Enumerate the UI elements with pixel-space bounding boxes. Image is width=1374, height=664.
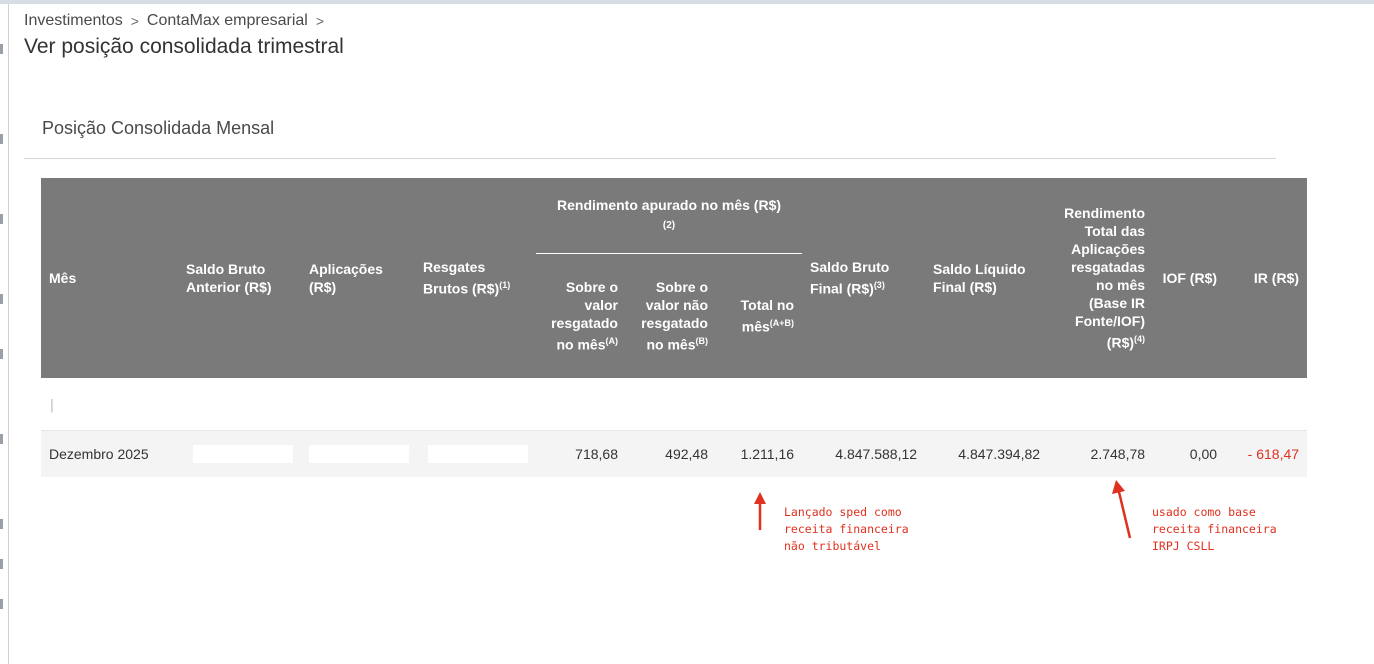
cell-sobre-nao-resgatado: 492,48 [626, 430, 716, 477]
cell-redacted [178, 378, 301, 431]
cell-saldo-bruto-final: 4.847.588,12 [802, 430, 926, 477]
header-resgates-brutos: Resgates Brutos (R$)(1) [415, 178, 536, 378]
header-iof: IOF (R$) [1153, 178, 1226, 378]
left-edge-scroll-track [0, 4, 9, 664]
cell-rendimento-total: 2.748,78 [1048, 430, 1154, 477]
breadcrumb-investimentos[interactable]: Investimentos [24, 12, 123, 30]
cell-aplicacoes-redacted [301, 430, 415, 477]
section-title: Posição Consolidada Mensal [42, 118, 275, 138]
annotation-left: Lançado sped como receita financeira não… [784, 505, 909, 553]
annotation-right: usado como base receita financeira IRPJ … [1152, 505, 1277, 553]
table-row-redacted: │ [41, 378, 1308, 431]
cell-redacted [626, 378, 716, 431]
cell-saldo-bruto-anterior-redacted [178, 430, 301, 477]
cell-mes: Dezembro 2025 [41, 430, 178, 477]
table-header: Mês Saldo Bruto Anterior (R$) Aplicações… [41, 178, 1308, 378]
window-top-bar [0, 0, 1374, 4]
header-sobre-nao-resgatado: Sobre o valor não resgatado no mês(B) [626, 253, 716, 378]
table-row: Dezembro 2025 718,68 492,48 1.211,16 4.8… [41, 430, 1308, 477]
monthly-position-table: Mês Saldo Bruto Anterior (R$) Aplicações… [41, 178, 1308, 477]
monthly-position-table-wrapper: Mês Saldo Bruto Anterior (R$) Aplicações… [41, 178, 1308, 477]
cell-redacted [802, 378, 926, 431]
cell-redacted [1048, 378, 1154, 431]
page-title: Ver posição consolidada trimestral [24, 35, 344, 58]
cell-redacted [536, 378, 626, 431]
header-saldo-bruto-final: Saldo Bruto Final (R$)(3) [802, 178, 926, 378]
header-mes: Mês [41, 178, 178, 378]
cell-redacted [415, 378, 536, 431]
header-aplicacoes: Aplicações (R$) [301, 178, 415, 378]
breadcrumb-contamax[interactable]: ContaMax empresarial [147, 12, 308, 30]
breadcrumb-separator: > [130, 13, 139, 29]
breadcrumb-separator: > [315, 13, 325, 29]
header-sobre-resgatado: Sobre o valor resgatado no mês(A) [536, 253, 626, 378]
header-ir: IR (R$) [1225, 178, 1308, 378]
header-saldo-bruto-anterior: Saldo Bruto Anterior (R$) [178, 178, 301, 378]
cell-saldo-liquido-final: 4.847.394,82 [925, 430, 1049, 477]
section-divider [24, 158, 1276, 159]
header-saldo-liquido-final: Saldo Líquido Final (R$) [925, 178, 1049, 378]
arrow-up-right-icon [1112, 480, 1132, 539]
cell-redacted [301, 378, 415, 431]
arrow-up-left-icon [754, 492, 766, 530]
header-rendimento-total: Rendimento Total das Aplicações resgatad… [1048, 178, 1154, 378]
cell-sobre-resgatado: 718,68 [536, 430, 626, 477]
cell-resgates-brutos-redacted [415, 430, 536, 477]
table-body: │ Dezembro 2025 718,68 492,48 1.211,16 4… [41, 378, 1308, 477]
cell-ir: - 618,47 [1225, 430, 1308, 477]
cell-redacted [716, 378, 803, 431]
cell-total-mes: 1.211,16 [716, 430, 803, 477]
cell-iof: 0,00 [1153, 430, 1226, 477]
cell-redacted [925, 378, 1049, 431]
header-rendimento-group: Rendimento apurado no mês (R$) (2) [536, 178, 803, 254]
cell-redacted [1225, 378, 1308, 431]
cell-redacted: │ [41, 378, 178, 431]
header-total-mes: Total no mês(A+B) [716, 253, 803, 378]
breadcrumb: Investimentos > ContaMax empresarial > [24, 12, 332, 30]
cell-redacted [1153, 378, 1226, 431]
